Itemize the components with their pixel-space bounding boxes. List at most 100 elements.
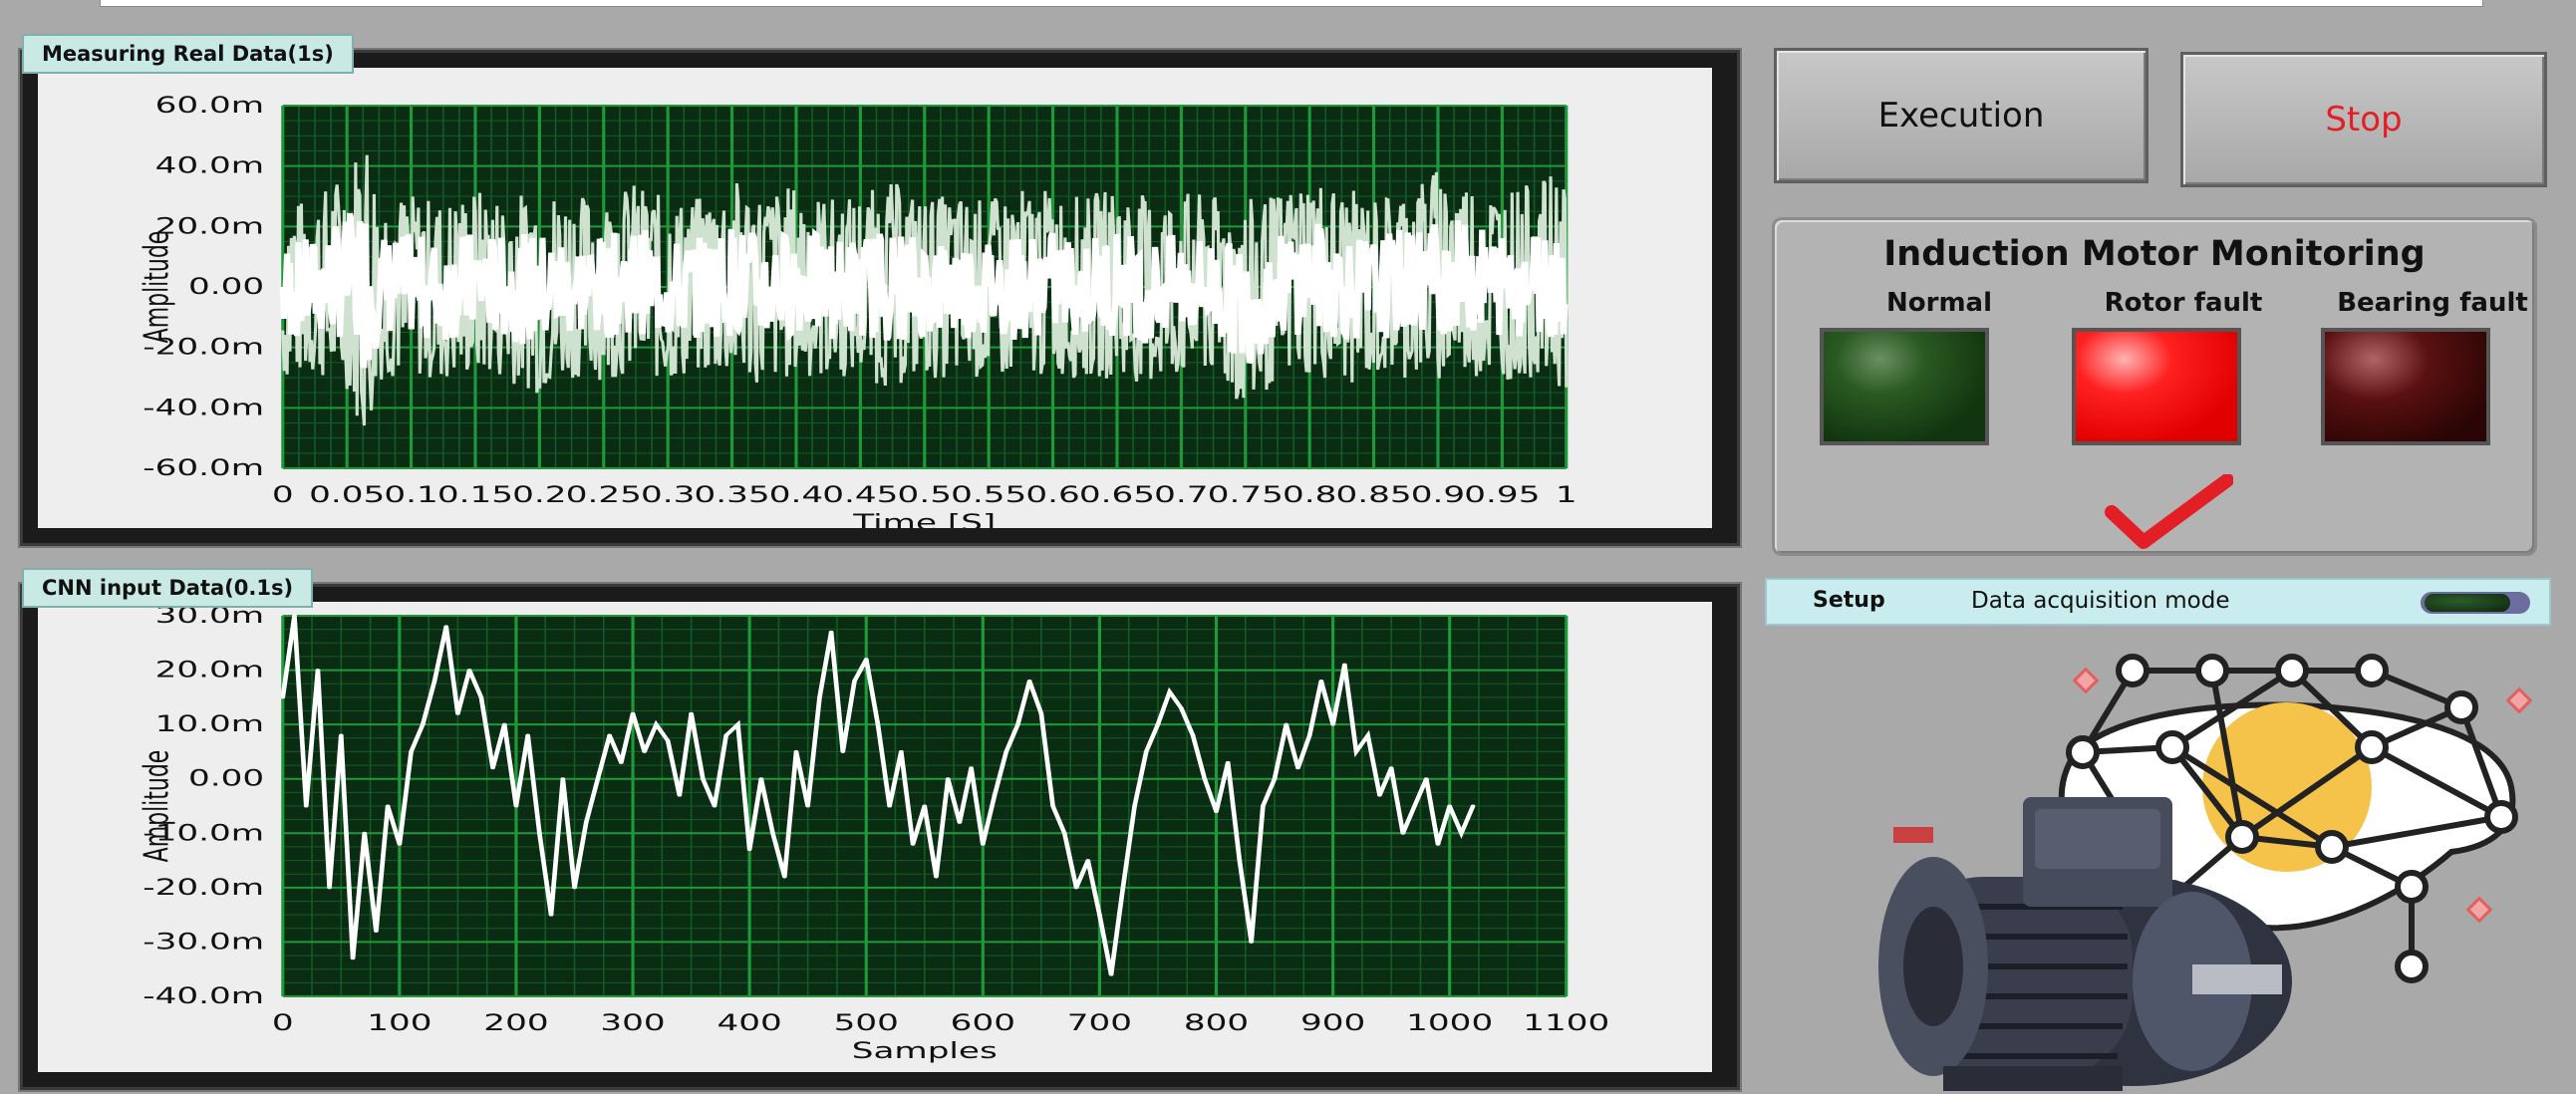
waveform-point xyxy=(1470,804,1476,808)
waveform-point xyxy=(1120,886,1126,890)
waveform-point xyxy=(315,669,321,673)
waveform-point xyxy=(852,679,857,683)
waveform-point xyxy=(607,733,612,737)
waveform-point xyxy=(548,913,554,917)
y-tick-label: 60.0m xyxy=(155,92,264,118)
waveform-point xyxy=(490,766,495,770)
x-tick-label: 0.95 xyxy=(1464,481,1540,507)
waveform-point xyxy=(1330,722,1335,726)
waveform-point xyxy=(1214,809,1219,813)
waveform-point xyxy=(537,831,542,835)
waveform-point xyxy=(1272,777,1278,781)
waveform-point xyxy=(1132,804,1137,808)
waveform-point xyxy=(1050,804,1055,808)
normal-indicator-led xyxy=(1820,328,1989,445)
waveform-point xyxy=(863,658,869,662)
x-tick-label: 500 xyxy=(834,1009,899,1035)
waveform-point xyxy=(478,695,484,699)
waveform-point xyxy=(770,831,775,835)
execution-button[interactable]: Execution xyxy=(1774,48,2148,183)
x-tick-label: 700 xyxy=(1067,1009,1132,1035)
x-tick-label: 0.1 xyxy=(384,481,437,507)
x-tick-label: 900 xyxy=(1300,1009,1365,1035)
x-tick-label: 200 xyxy=(483,1009,548,1035)
waveform-point xyxy=(1365,733,1371,737)
waveform-point xyxy=(431,679,437,683)
x-tick-label: 0.65 xyxy=(1079,481,1155,507)
cnn-data-chart-panel: 0 100 200 300 400 500 600 700 800 900 1000 1100 30.0… xyxy=(38,602,1712,1072)
waveform-point xyxy=(723,733,729,737)
waveform-point xyxy=(280,695,286,699)
x-tick-label: 0.4 xyxy=(769,481,823,507)
toggle-knob xyxy=(2425,594,2510,612)
waveform-point xyxy=(1179,706,1184,710)
indicator-label-bearing-fault: Bearing fault xyxy=(2337,288,2528,318)
x-tick-label: 0.5 xyxy=(898,481,952,507)
y-axis-label: Amplitude xyxy=(137,750,176,863)
cnn-data-chart-frame: 0 100 200 300 400 500 600 700 800 900 1000 1100 30.0… xyxy=(18,582,1742,1092)
waveform-point xyxy=(945,777,951,781)
waveform-point xyxy=(746,848,752,852)
waveform-point xyxy=(642,749,648,753)
waveform-point xyxy=(338,733,344,737)
waveform-point xyxy=(980,842,986,846)
indicator-label-normal: Normal xyxy=(1886,288,1992,318)
stop-button[interactable]: Stop xyxy=(2180,52,2547,187)
waveform-point xyxy=(817,695,822,699)
waveform-point xyxy=(397,842,403,846)
y-tick-label: 0.00 xyxy=(188,273,264,299)
bearing-fault-indicator-led xyxy=(2321,328,2490,445)
waveform-point xyxy=(1341,663,1347,667)
x-tick-label: 0.75 xyxy=(1208,481,1284,507)
waveform-point xyxy=(595,777,601,781)
waveform-point xyxy=(466,669,472,673)
y-tick-label: -40.0m xyxy=(143,395,264,420)
waveform-point xyxy=(525,733,531,737)
waveform-point xyxy=(385,804,391,808)
waveform-point xyxy=(560,777,566,781)
waveform-point xyxy=(805,804,811,808)
top-status-strip xyxy=(100,0,2483,7)
waveform-point xyxy=(1015,722,1020,726)
waveform-point xyxy=(619,760,624,764)
waveform-point xyxy=(572,886,577,890)
waveform-point xyxy=(501,722,507,726)
waveform-point xyxy=(922,804,928,808)
waveform-point xyxy=(828,630,834,634)
y-tick-label: -30.0m xyxy=(143,929,264,955)
x-tick-label: 0 xyxy=(272,1009,294,1035)
x-tick-label: 0.05 xyxy=(309,481,385,507)
data-acquisition-mode-label: Data acquisition mode xyxy=(1971,588,2230,614)
waveform-point xyxy=(677,793,683,797)
monitoring-title: Induction Motor Monitoring xyxy=(1883,234,2426,274)
stop-button-label: Stop xyxy=(2325,100,2403,139)
data-acquisition-mode-toggle[interactable] xyxy=(2421,592,2530,614)
waveform-point xyxy=(957,820,963,824)
waveform-point xyxy=(374,930,379,934)
waveform-point xyxy=(1155,722,1161,726)
waveform-point xyxy=(409,749,414,753)
waveform-point xyxy=(875,722,881,726)
waveform-point xyxy=(1167,689,1173,693)
waveform-point xyxy=(1435,842,1441,846)
waveform-point xyxy=(292,614,297,618)
waveform-point xyxy=(583,820,589,824)
waveform-point xyxy=(1003,749,1009,753)
x-tick-label: 0 xyxy=(272,481,294,507)
waveform-point xyxy=(303,804,309,808)
waveform-point xyxy=(1284,722,1289,726)
checkmark-icon xyxy=(2105,474,2233,549)
waveform-point xyxy=(1073,886,1079,890)
waveform-point xyxy=(781,875,787,879)
waveform-point xyxy=(455,711,460,715)
waveform-point xyxy=(1388,766,1394,770)
waveform-point xyxy=(1306,733,1312,737)
indicator-label-rotor-fault: Rotor fault xyxy=(2104,288,2263,318)
x-tick-label: 0.7 xyxy=(1154,481,1208,507)
x-tick-label: 0.35 xyxy=(695,481,770,507)
waveform-point xyxy=(1249,940,1254,944)
x-tick-label: 0.25 xyxy=(566,481,642,507)
real-data-waveform-chart: 0 0.05 0.1 0.15 0.2 0.25 0.3 0.35 0.4 0.45 0.5 0.55… xyxy=(137,92,1577,528)
motor-monitoring-panel: Induction Motor Monitoring Normal Rotor … xyxy=(1772,217,2537,556)
waveform-point xyxy=(630,711,636,715)
